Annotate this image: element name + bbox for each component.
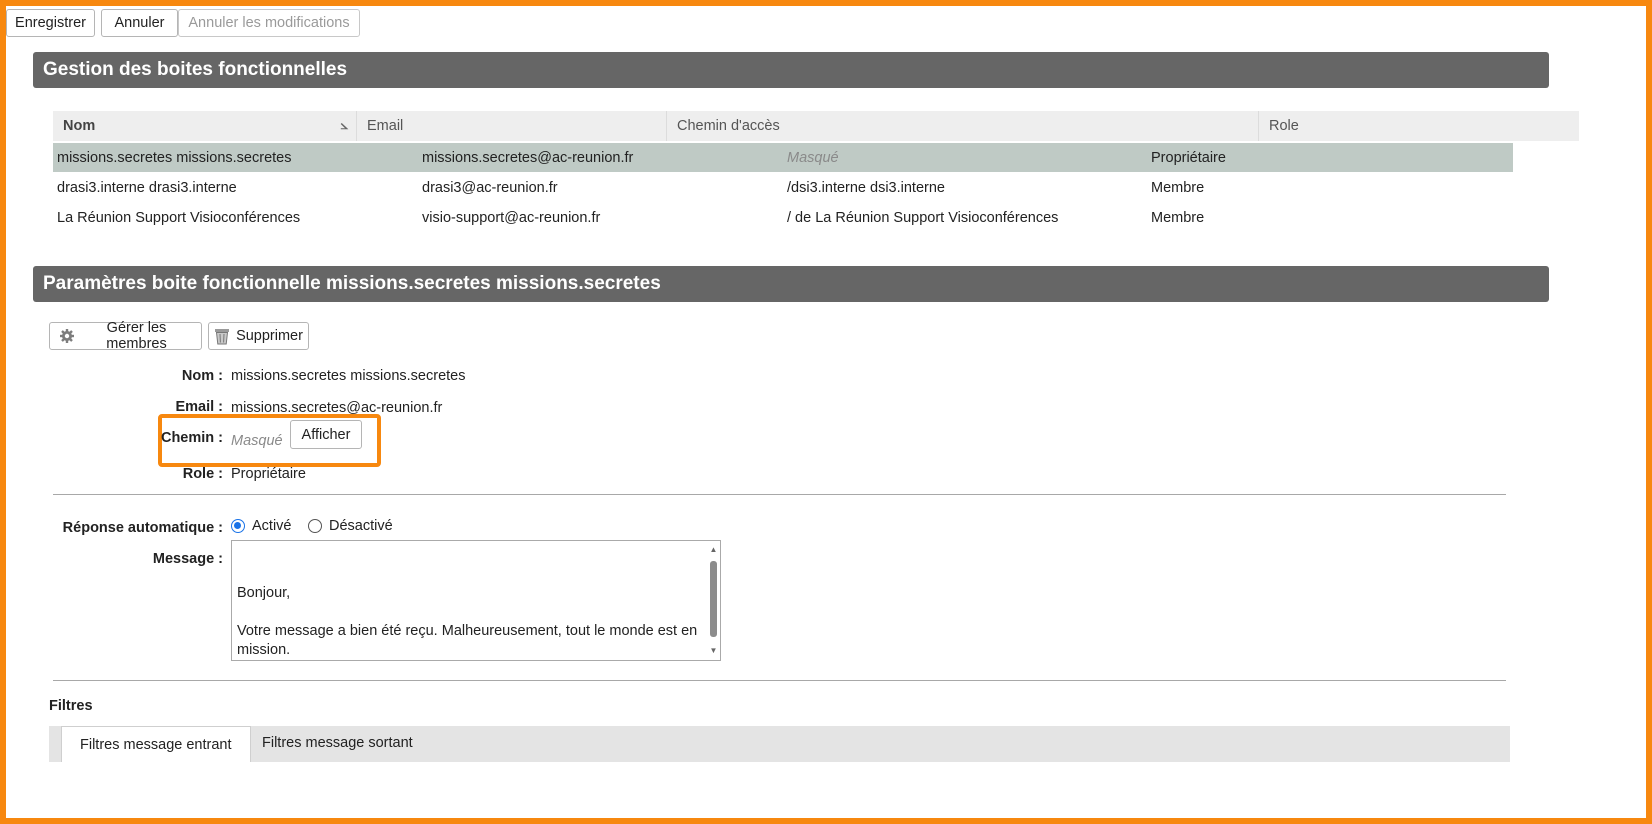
cell-name: La Réunion Support Visioconférences [57,209,301,226]
column-header-role[interactable]: Role [1259,111,1513,141]
autoreply-label: Réponse automatique : [62,520,223,536]
role-label: Role : [182,466,223,482]
column-header-nom[interactable]: Nom ⦣ [53,111,357,141]
delete-label: Supprimer [236,328,303,344]
manage-members-button[interactable]: Gérer les membres [49,320,202,352]
cell-path: /dsi3.interne dsi3.interne [787,179,945,196]
revert-changes-button[interactable]: Annuler les modifications [178,9,360,37]
tab-incoming-filters[interactable]: Filtres message entrant [61,726,251,762]
sort-icon[interactable]: ⦣ [341,117,348,133]
path-label: Chemin : [160,430,223,446]
column-header-email[interactable]: Email [357,111,667,141]
section-title-text: Paramètres boite fonctionnelle missions.… [43,273,661,294]
scroll-thumb[interactable] [710,561,717,637]
path-value: Masqué [231,433,283,449]
show-path-button[interactable]: Afficher [290,420,362,449]
autoreply-off-label[interactable]: Désactivé [329,518,393,534]
message-label: Message : [152,551,223,567]
section-title-mailbox-management: Gestion des boites fonctionnelles [33,52,1549,88]
message-scrollbar[interactable]: ▲ ▼ [709,545,718,656]
message-textarea[interactable]: Bonjour, Votre message a bien été reçu. … [231,540,721,661]
cell-name: drasi3.interne drasi3.interne [57,179,237,196]
autoreply-on-label[interactable]: Activé [252,518,292,534]
trash-icon [214,328,230,345]
section-title-text: Gestion des boites fonctionnelles [43,59,348,80]
table-row[interactable]: drasi3.interne drasi3.interne drasi3@ac-… [53,173,1513,202]
section-title-mailbox-settings: Paramètres boite fonctionnelle missions.… [33,266,1549,302]
cell-email: missions.secretes@ac-reunion.fr [422,149,634,166]
name-value: missions.secretes missions.secretes [231,368,466,384]
cell-name: missions.secretes missions.secretes [57,149,292,166]
cell-role: Membre [1151,179,1205,196]
save-button[interactable]: Enregistrer [6,9,95,37]
column-header-path[interactable]: Chemin d'accès [667,111,1259,141]
name-label: Nom : [181,368,223,384]
cell-path: / de La Réunion Support Visioconférences [787,209,1059,226]
filters-tabs-bar: Filtres message entrant Filtres message … [49,726,1510,762]
cell-path: Masqué [787,149,839,166]
role-value: Propriétaire [231,466,306,482]
table-row[interactable]: La Réunion Support Visioconférences visi… [53,203,1513,232]
cell-email: visio-support@ac-reunion.fr [422,209,601,226]
cancel-button[interactable]: Annuler [101,9,178,37]
delete-button[interactable]: Supprimer [208,322,309,350]
scroll-down-icon[interactable]: ▼ [709,646,718,656]
autoreply-on-radio[interactable] [231,519,245,533]
cell-role: Membre [1151,209,1205,226]
gear-icon [59,328,75,344]
scroll-up-icon[interactable]: ▲ [709,545,718,555]
grid-header: Nom ⦣ Email Chemin d'accès Role [53,111,1579,141]
message-text: Bonjour, Votre message a bien été reçu. … [237,585,698,658]
autoreply-off-radio[interactable] [308,519,322,533]
email-label: Email : [175,399,223,415]
cell-email: drasi3@ac-reunion.fr [422,179,558,196]
cell-role: Propriétaire [1151,149,1226,166]
filters-title: Filtres [49,698,93,714]
tab-outgoing-filters[interactable]: Filtres message sortant [244,726,431,760]
manage-members-label: Gérer les membres [106,320,167,352]
divider [53,680,1506,681]
divider [53,494,1506,495]
table-row[interactable]: missions.secretes missions.secretes miss… [53,143,1513,172]
